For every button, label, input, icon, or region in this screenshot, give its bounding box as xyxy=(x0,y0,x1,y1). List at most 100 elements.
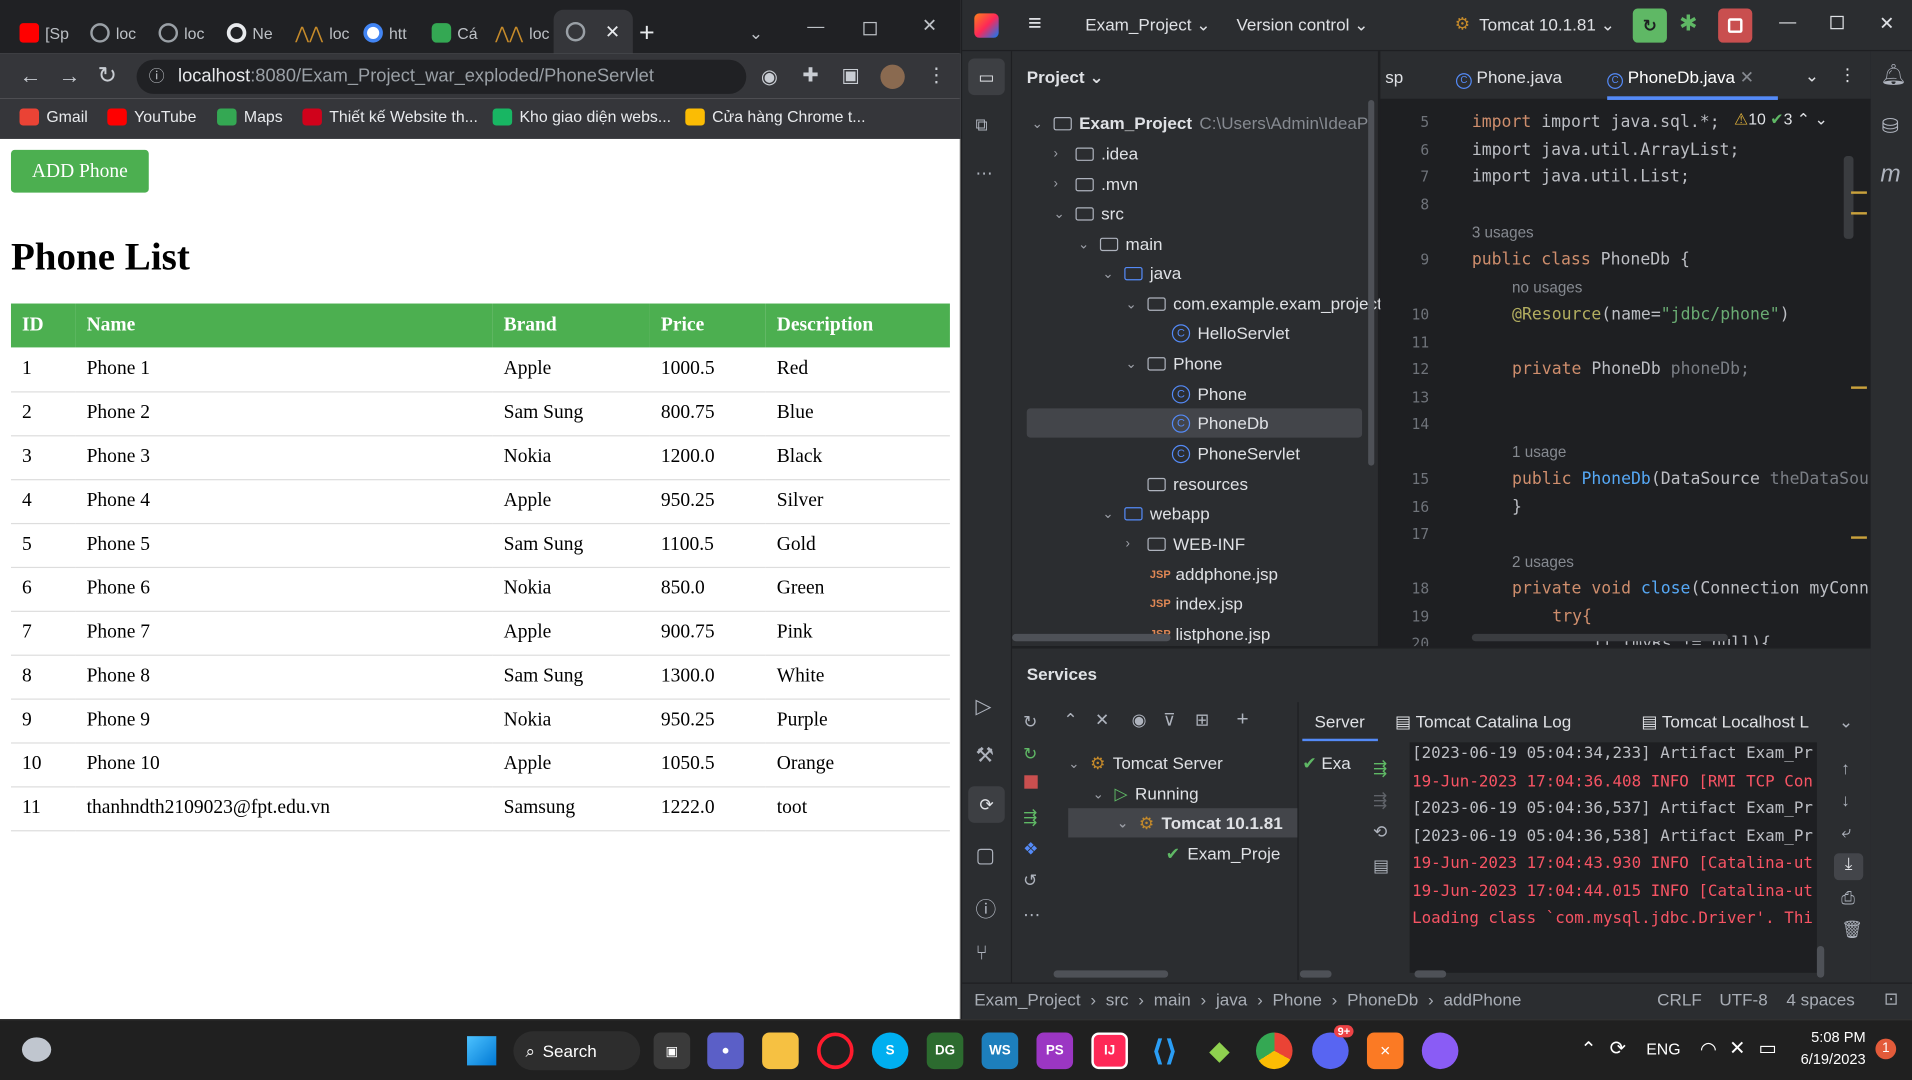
tab-catalina-log[interactable]: ▤ Tomcat Catalina Log xyxy=(1395,712,1571,733)
reload-icon[interactable]: ↻ xyxy=(98,62,117,90)
tree-item-phone-package[interactable]: ⌄ Phone xyxy=(1126,349,1223,378)
bookmark-theme-store[interactable]: Kho giao diện webs... xyxy=(492,107,671,126)
line-number[interactable]: 17 xyxy=(1380,525,1430,542)
puzzle-extensions-icon[interactable]: ✚ xyxy=(802,63,818,87)
notifications-icon[interactable]: 🔔︎ xyxy=(1880,63,1906,87)
maximize-button[interactable] xyxy=(1830,15,1844,30)
sync-icon[interactable]: ⟳ xyxy=(1610,1036,1626,1060)
vcs-selector[interactable]: Version control ⌄ xyxy=(1236,15,1368,36)
more-tabs-icon[interactable]: ⌄ xyxy=(1839,712,1853,733)
datagrip-icon[interactable]: DG xyxy=(926,1032,964,1070)
line-number[interactable]: 15 xyxy=(1380,471,1430,488)
tree-hscrollbar[interactable] xyxy=(1012,633,1171,642)
main-menu-icon[interactable]: ≡ xyxy=(1028,11,1042,38)
scroll-to-end-icon[interactable]: ⤓ xyxy=(1833,853,1864,881)
minimize-button[interactable]: — xyxy=(1779,11,1796,31)
breadcrumb-item[interactable]: addPhone xyxy=(1444,990,1522,1010)
inspection-widget[interactable]: ⚠10 ✔3 ⌃ ⌄ xyxy=(1734,110,1828,130)
clock-time[interactable]: 5:08 PM xyxy=(1805,1029,1866,1046)
chrome-taskbar-icon[interactable] xyxy=(1255,1032,1293,1070)
notification-badge[interactable]: 1 xyxy=(1875,1038,1897,1060)
code-line-15[interactable]: public PhoneDb(DataSource theDataSou xyxy=(1512,469,1869,489)
soft-wrap-icon[interactable]: ⤶ xyxy=(1841,822,1851,843)
line-number[interactable]: 14 xyxy=(1380,416,1430,433)
code-line-7[interactable]: import java.util.List; xyxy=(1472,167,1690,187)
git-tool-icon[interactable]: ⑂ xyxy=(976,941,988,965)
bookmark-website[interactable]: Thiết kế Website th... xyxy=(302,107,478,126)
services-splitter[interactable] xyxy=(1297,702,1299,981)
show-hidden-icons[interactable]: ⌃ xyxy=(1580,1037,1596,1061)
collapse-all-icon[interactable]: ✕ xyxy=(1095,709,1109,730)
indent-setting[interactable]: 4 spaces xyxy=(1786,990,1854,1010)
file-explorer-icon[interactable] xyxy=(762,1032,799,1070)
close-tab-icon[interactable]: ✕ xyxy=(1740,67,1754,87)
line-number[interactable]: 11 xyxy=(1380,334,1430,351)
browser-tab[interactable]: Cá xyxy=(431,15,478,52)
restart-icon[interactable]: ↺ xyxy=(1023,870,1037,891)
browser-tab[interactable]: ⋀⋀ loc xyxy=(495,15,549,52)
usages-hint[interactable]: 2 usages xyxy=(1512,553,1574,570)
line-number[interactable]: 8 xyxy=(1380,196,1429,213)
profile-avatar[interactable] xyxy=(880,64,905,89)
teams-icon[interactable]: ● xyxy=(707,1032,744,1070)
line-number[interactable]: 6 xyxy=(1380,141,1429,158)
breadcrumb-item[interactable]: PhoneDb xyxy=(1347,990,1418,1010)
code-line-9[interactable]: public class PhoneDb { xyxy=(1472,250,1690,270)
opera-icon[interactable] xyxy=(816,1032,854,1070)
redeploy-icon[interactable]: ⟲ xyxy=(1373,822,1387,843)
discord-icon[interactable]: 9+ xyxy=(1312,1025,1354,1070)
editor-tab-phone[interactable]: C Phone.java xyxy=(1455,67,1562,89)
skype-icon[interactable]: S xyxy=(871,1032,909,1070)
structure-tool-icon[interactable]: ⧉ xyxy=(976,115,988,136)
tab-localhost-log[interactable]: ▤ Tomcat Localhost L xyxy=(1641,712,1809,733)
minimize-button[interactable]: — xyxy=(807,7,824,44)
webstorm-icon[interactable]: WS xyxy=(981,1032,1019,1070)
tree-item-phonedb[interactable]: C PhoneDb xyxy=(1171,408,1269,437)
expand-all-icon[interactable]: ⌃ xyxy=(1063,709,1077,730)
site-info-icon[interactable]: ⓘ xyxy=(149,60,165,94)
browser-tab[interactable]: htt xyxy=(363,15,407,52)
stop-icon[interactable] xyxy=(1024,775,1038,789)
intellij-taskbar-icon[interactable]: IJ xyxy=(1091,1032,1128,1070)
more-icon[interactable]: ⋯ xyxy=(1023,904,1040,925)
editor-scrollbar[interactable] xyxy=(1843,156,1854,239)
refresh-icon[interactable]: ↻ xyxy=(1023,712,1037,733)
service-tomcat-instance[interactable]: ⌄ ⚙ Tomcat 10.1.81 xyxy=(1117,808,1283,837)
show-icon[interactable]: ◉ xyxy=(1132,709,1147,730)
breadcrumb-item[interactable]: src xyxy=(1106,990,1129,1010)
close-window-button[interactable]: ✕ xyxy=(1879,12,1894,34)
update-icon[interactable]: ↻ xyxy=(1023,744,1037,765)
tree-item-package[interactable]: ⌄ com.example.exam_project xyxy=(1126,289,1382,318)
line-separator[interactable]: CRLF xyxy=(1657,990,1702,1010)
wifi-icon[interactable]: ◠ xyxy=(1700,1037,1717,1061)
code-line-5[interactable]: import import java.sql.*; xyxy=(1472,112,1720,132)
tree-item-resources[interactable]: resources xyxy=(1126,469,1248,498)
new-tab-button[interactable]: + xyxy=(639,15,655,52)
breadcrumb-item[interactable]: java xyxy=(1216,990,1247,1010)
tree-item-addphone[interactable]: JSP addphone.jsp xyxy=(1150,560,1278,589)
code-line-10[interactable]: @Resource(name="jdbc/phone") xyxy=(1512,305,1790,325)
log-hscrollbar[interactable] xyxy=(1414,970,1447,978)
tab-list-icon[interactable]: ⌄ xyxy=(1805,66,1819,87)
file-encoding[interactable]: UTF-8 xyxy=(1719,990,1767,1010)
close-tab-icon[interactable]: ✕ xyxy=(605,21,620,43)
deploy-hscrollbar[interactable] xyxy=(1299,970,1332,978)
volume-muted-icon[interactable]: ✕ xyxy=(1729,1036,1745,1060)
artifact-output-icon[interactable]: ▤ xyxy=(1373,856,1389,877)
browser-tab[interactable]: Ne xyxy=(226,15,273,52)
service-tomcat-server[interactable]: ⌄ ⚙ Tomcat Server xyxy=(1068,748,1223,777)
tree-item-web-inf[interactable]: › WEB-INF xyxy=(1126,529,1246,558)
close-window-button[interactable]: ✕ xyxy=(922,7,937,44)
vscode-icon[interactable]: ⟨⟩ xyxy=(1146,1032,1183,1069)
deploy-icon[interactable]: ⇶ xyxy=(1023,807,1037,828)
browser-tab-active[interactable]: ✕ xyxy=(553,9,633,54)
taskbar-search[interactable]: ⌕ Search xyxy=(513,1031,641,1071)
tab-search-icon[interactable]: ⌄ xyxy=(749,15,763,52)
browser-tab[interactable]: ⋀⋀ loc xyxy=(295,15,349,52)
windows-start-icon[interactable] xyxy=(467,1036,497,1066)
menu-dots-icon[interactable]: ⋮ xyxy=(927,63,947,87)
services-tool-icon[interactable]: ⟳ xyxy=(968,786,1005,823)
new-tab-icon[interactable]: ⊞ xyxy=(1195,709,1209,730)
build-tool-icon[interactable]: ⚒ xyxy=(976,744,995,768)
log-output[interactable]: [2023-06-19 05:04:34,233] Artifact Exam_… xyxy=(1409,742,1817,973)
